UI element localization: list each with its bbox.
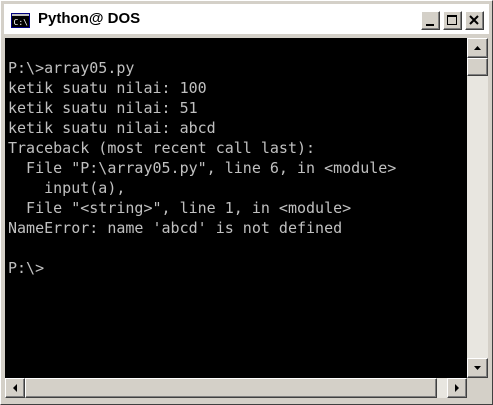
horizontal-scrollbar[interactable]	[5, 378, 467, 398]
minimize-icon	[426, 24, 434, 26]
console-window-icon[interactable]: C:\	[11, 13, 30, 28]
arrow-down-icon	[474, 366, 481, 370]
horizontal-scroll-thumb[interactable]	[25, 378, 437, 398]
console-window: C:\ Python@ DOS P:\>array05.py ketik sua…	[0, 0, 493, 405]
console-line: ketik suatu nilai: 51	[8, 99, 198, 117]
scroll-left-button[interactable]	[5, 378, 25, 398]
scroll-up-button[interactable]	[467, 38, 488, 58]
console-output[interactable]: P:\>array05.py ketik suatu nilai: 100 ke…	[5, 38, 467, 378]
console-line: NameError: name 'abcd' is not defined	[8, 219, 343, 237]
console-line: ketik suatu nilai: abcd	[8, 119, 216, 137]
arrow-right-icon	[455, 384, 459, 392]
scroll-right-button[interactable]	[447, 378, 467, 398]
scroll-down-button[interactable]	[467, 358, 488, 378]
console-prompt: P:\>	[8, 259, 45, 277]
console-line: File "P:\array05.py", line 6, in <module…	[8, 159, 397, 177]
console-line: P:\>array05.py	[8, 59, 135, 77]
scrollbar-corner	[467, 378, 488, 398]
window-title: Python@ DOS	[38, 10, 141, 27]
console-line: input(a),	[8, 179, 126, 197]
maximize-button[interactable]	[443, 11, 462, 30]
arrow-left-icon	[13, 384, 17, 392]
vertical-scrollbar[interactable]	[467, 38, 488, 378]
console-line: Traceback (most recent call last):	[8, 139, 316, 157]
maximize-icon	[447, 15, 457, 25]
arrow-up-icon	[474, 46, 481, 50]
svg-text:C:\: C:\	[14, 18, 29, 27]
console-line: File "<string>", line 1, in <module>	[8, 199, 352, 217]
close-button[interactable]	[465, 11, 484, 30]
minimize-button[interactable]	[421, 11, 440, 30]
vertical-scroll-thumb[interactable]	[467, 58, 488, 76]
title-bar[interactable]: C:\ Python@ DOS	[4, 4, 489, 34]
console-line: ketik suatu nilai: 100	[8, 79, 207, 97]
close-icon	[469, 15, 479, 25]
